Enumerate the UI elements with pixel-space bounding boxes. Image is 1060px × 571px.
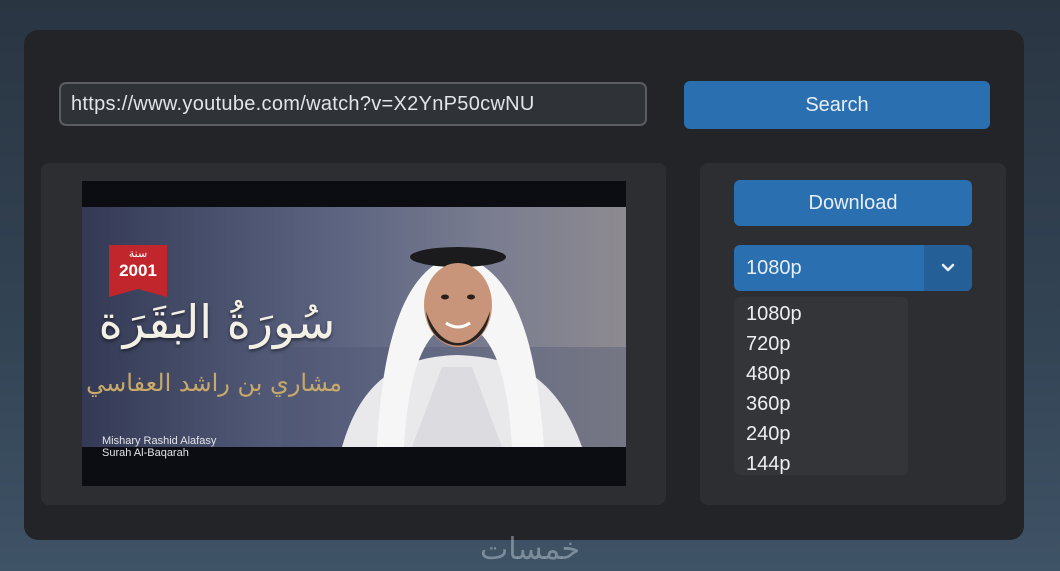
watermark-logo: خمسات: [479, 532, 581, 567]
search-button[interactable]: Search: [684, 81, 990, 129]
reciter-name-english: Mishary Rashid Alafasy: [102, 435, 217, 447]
thumbnail-artwork: سنة 2001 سُورَةُ البَقَرَة مشاري بن راشد…: [82, 207, 626, 459]
thumbnail-caption: Mishary Rashid Alafasy Surah Al-Baqarah: [102, 435, 216, 459]
download-panel: Download 1080p 1080p 720p 480p 360p 240p…: [700, 163, 1006, 505]
app-window: Search: [24, 30, 1024, 540]
download-button[interactable]: Download: [734, 180, 972, 226]
quality-option-1080p[interactable]: 1080p: [734, 299, 908, 329]
surah-name-english: Surah Al-Baqarah: [102, 447, 189, 459]
surah-title-arabic: سُورَةُ البَقَرَة: [98, 295, 336, 349]
preview-panel: سنة 2001 سُورَةُ البَقَرَة مشاري بن راشد…: [41, 163, 666, 505]
quality-option-480p[interactable]: 480p: [734, 359, 908, 389]
quality-option-360p[interactable]: 360p: [734, 389, 908, 419]
video-thumbnail: سنة 2001 سُورَةُ البَقَرَة مشاري بن راشد…: [82, 181, 626, 486]
quality-selected-value: 1080p: [746, 257, 802, 279]
url-input[interactable]: [59, 82, 647, 126]
quality-option-240p[interactable]: 240p: [734, 419, 908, 449]
year-badge-label: سنة: [128, 248, 148, 260]
reciter-name-arabic: مشاري بن راشد العفاسي: [86, 369, 342, 397]
quality-option-720p[interactable]: 720p: [734, 329, 908, 359]
year-badge: سنة 2001: [109, 245, 167, 289]
chevron-down-icon[interactable]: [924, 245, 972, 291]
quality-dropdown-list: 1080p 720p 480p 360p 240p 144p: [734, 297, 908, 475]
quality-option-144p[interactable]: 144p: [734, 449, 908, 479]
quality-select[interactable]: 1080p: [734, 245, 972, 291]
year-badge-value: 2001: [119, 261, 157, 280]
